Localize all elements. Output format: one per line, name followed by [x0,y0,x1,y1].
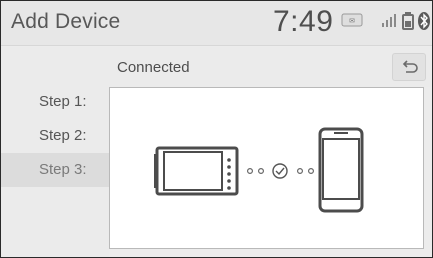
connection-status: Connected [117,59,190,76]
bluetooth-icon [418,12,430,30]
connection-illustration [154,127,364,213]
header-bar: Add Device 7:49 ✉ [1,1,432,46]
check-circle-icon [272,163,288,179]
signal-icon [382,14,396,27]
battery-icon [402,12,414,30]
clock: 7:49 [273,5,334,38]
step-1-label: Step 1: [39,93,87,110]
back-button[interactable] [392,53,426,81]
status-icons: ✉ [341,9,431,37]
head-unit-screen-icon [154,146,239,196]
add-device-screen: Add Device 7:49 ✉ Step 1: Step 2: Step 3… [0,0,433,258]
subheader-bar: Connected [109,47,432,87]
return-arrow-icon [402,60,418,73]
mail-icon: ✉ [341,13,363,27]
connection-illustration-panel [109,87,424,249]
step-list: Step 1: Step 2: Step 3: [1,47,109,257]
step-2-label: Step 2: [39,127,87,144]
step-3-label: Step 3: [1,153,109,187]
svg-text:✉: ✉ [349,18,355,25]
screen-title: Add Device [11,10,121,33]
smartphone-icon [318,127,364,213]
